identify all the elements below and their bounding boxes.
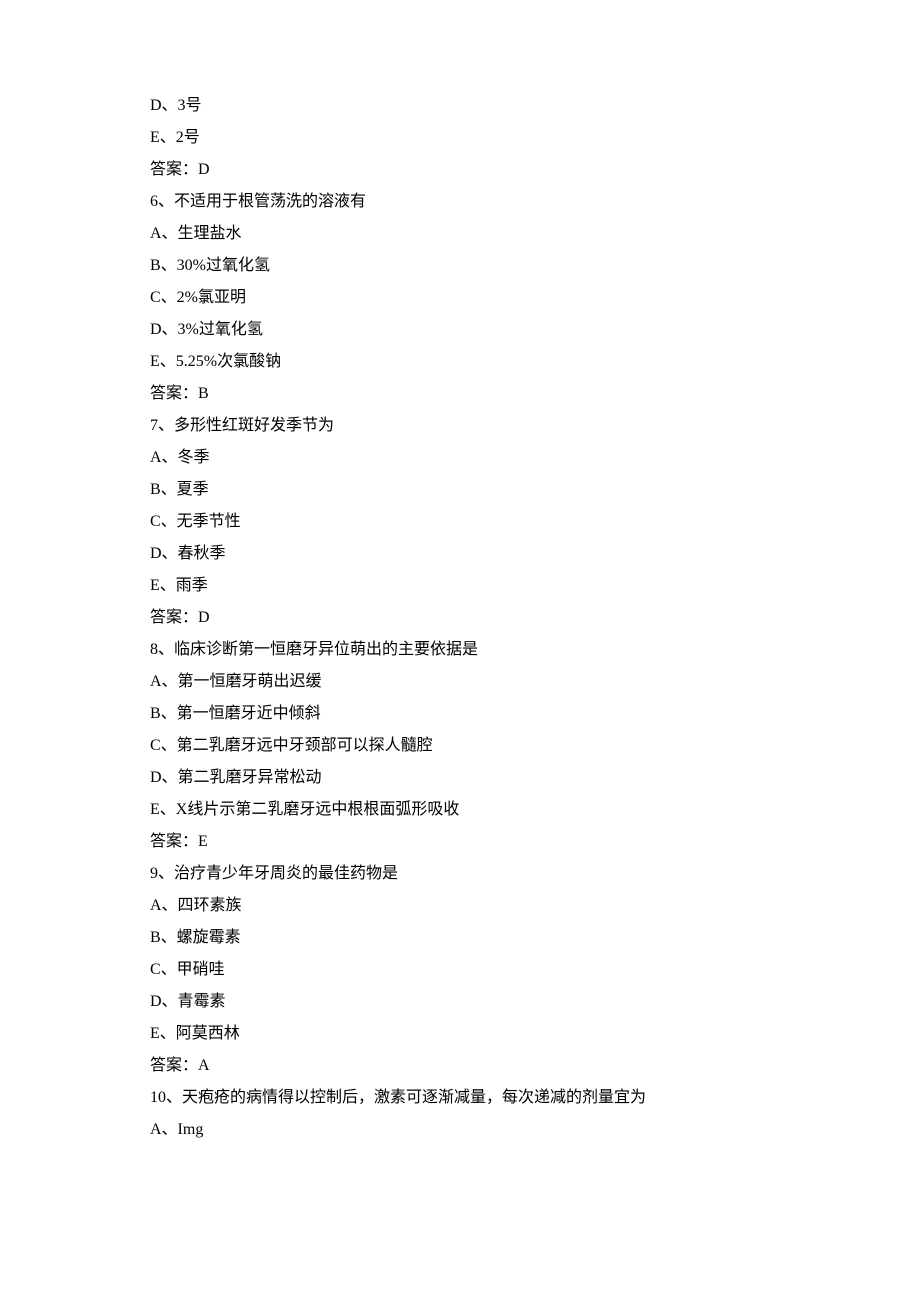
answer-line: 答案：A (150, 1050, 770, 1082)
text-line: D、第二乳磨牙异常松动 (150, 762, 770, 794)
question-line: 10、天疱疮的病情得以控制后，激素可逐渐减量，每次递减的剂量宜为 (150, 1082, 770, 1114)
text-line: A、生理盐水 (150, 218, 770, 250)
text-line: D、3%过氧化氢 (150, 314, 770, 346)
answer-line: 答案：E (150, 826, 770, 858)
answer-line: 答案：D (150, 154, 770, 186)
text-line: D、3号 (150, 90, 770, 122)
text-line: E、雨季 (150, 570, 770, 602)
text-line: C、甲硝哇 (150, 954, 770, 986)
document-page: D、3号 E、2号 答案：D 6、不适用于根管荡洗的溶液有 A、生理盐水 B、3… (0, 0, 920, 1301)
text-line: C、2%氯亚明 (150, 282, 770, 314)
text-line: C、无季节性 (150, 506, 770, 538)
text-line: A、四环素族 (150, 890, 770, 922)
question-line: 7、多形性红斑好发季节为 (150, 410, 770, 442)
answer-line: 答案：D (150, 602, 770, 634)
text-line: D、青霉素 (150, 986, 770, 1018)
text-line: E、5.25%次氯酸钠 (150, 346, 770, 378)
text-line: A、冬季 (150, 442, 770, 474)
text-line: C、第二乳磨牙远中牙颈部可以探人髓腔 (150, 730, 770, 762)
text-line: A、第一恒磨牙萌出迟缓 (150, 666, 770, 698)
text-line: E、2号 (150, 122, 770, 154)
question-line: 6、不适用于根管荡洗的溶液有 (150, 186, 770, 218)
answer-line: 答案：B (150, 378, 770, 410)
question-line: 9、治疗青少年牙周炎的最佳药物是 (150, 858, 770, 890)
text-line: B、第一恒磨牙近中倾斜 (150, 698, 770, 730)
text-line: B、螺旋霉素 (150, 922, 770, 954)
text-line: D、春秋季 (150, 538, 770, 570)
text-line: E、X线片示第二乳磨牙远中根根面弧形吸收 (150, 794, 770, 826)
text-line: E、阿莫西林 (150, 1018, 770, 1050)
question-line: 8、临床诊断第一恒磨牙异位萌出的主要依据是 (150, 634, 770, 666)
text-line: A、Img (150, 1114, 770, 1146)
text-line: B、30%过氧化氢 (150, 250, 770, 282)
text-line: B、夏季 (150, 474, 770, 506)
